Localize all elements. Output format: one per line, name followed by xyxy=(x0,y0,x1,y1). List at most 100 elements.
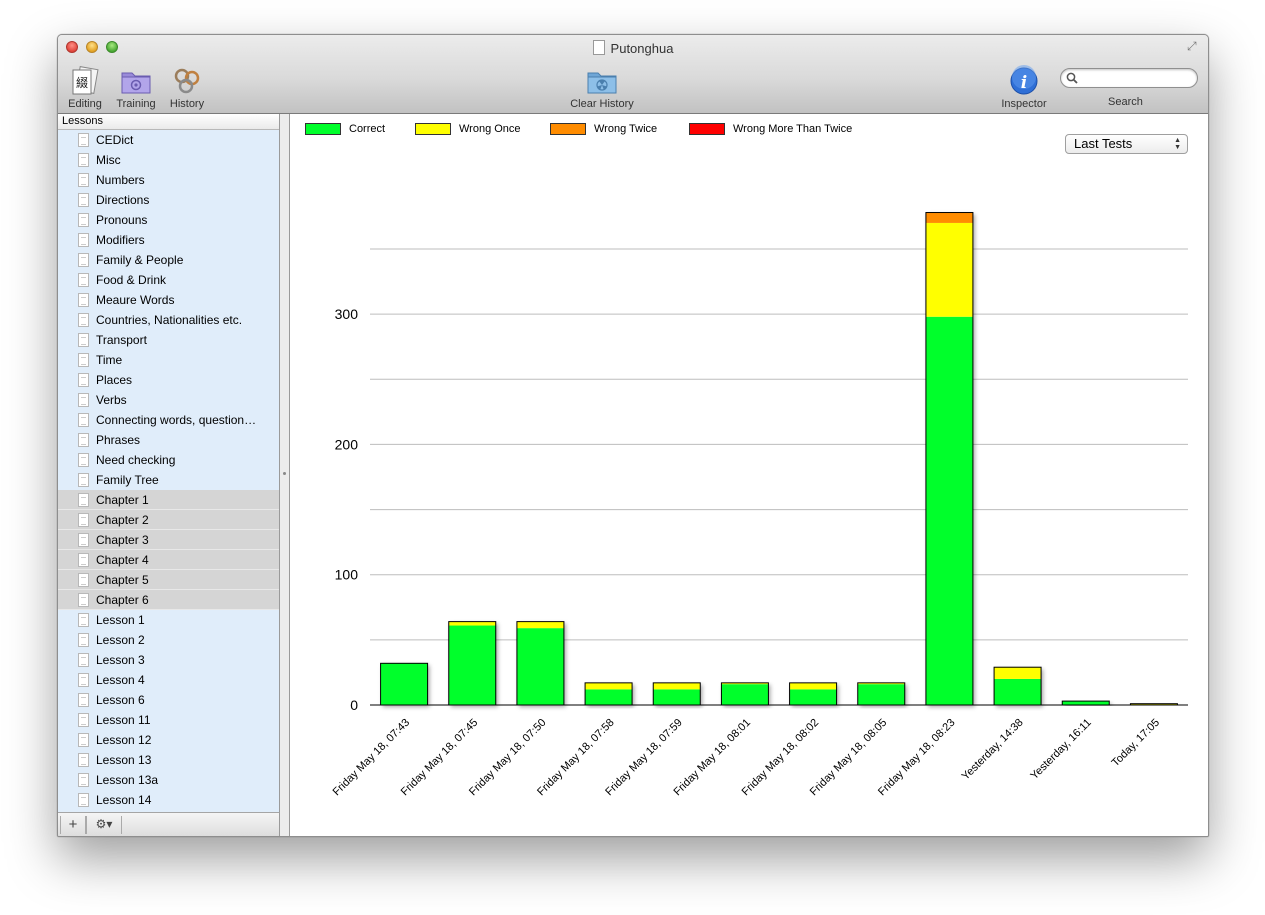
lesson-item[interactable]: Misc xyxy=(58,150,279,170)
lesson-item[interactable]: Family Tree xyxy=(58,470,279,490)
lesson-document-icon xyxy=(78,753,89,767)
lesson-item[interactable]: Phrases xyxy=(58,430,279,450)
lesson-document-icon xyxy=(78,133,89,147)
lesson-label: Time xyxy=(96,353,123,367)
lesson-label: Lesson 11 xyxy=(96,713,151,727)
lesson-item[interactable]: Time xyxy=(58,350,279,370)
lesson-item[interactable]: Need checking xyxy=(58,450,279,470)
lesson-list: CEDict Misc Numbers Directions Pronouns Modif… xyxy=(58,130,279,810)
bar-segment xyxy=(585,689,633,705)
lesson-label: Chapter 4 xyxy=(96,553,149,567)
lesson-document-icon xyxy=(78,533,89,547)
lesson-label: Need checking xyxy=(96,453,176,467)
inspector-button[interactable]: i Inspector xyxy=(998,65,1050,110)
lesson-item[interactable]: Lesson 3 xyxy=(58,650,279,670)
lesson-label: Chapter 6 xyxy=(96,593,149,607)
lesson-item[interactable]: Lesson 2 xyxy=(58,630,279,650)
lesson-item[interactable]: Meaure Words xyxy=(58,290,279,310)
lesson-item[interactable]: Lesson 12 xyxy=(58,730,279,750)
lesson-document-icon xyxy=(78,693,89,707)
lesson-item[interactable]: Chapter 4 xyxy=(58,550,279,570)
lesson-label: Pronouns xyxy=(96,213,148,227)
split-view-divider[interactable] xyxy=(280,114,290,836)
lesson-label: Lesson 14 xyxy=(96,793,152,807)
lesson-document-icon xyxy=(78,673,89,687)
lesson-document-icon xyxy=(78,193,89,207)
lesson-item[interactable]: Lesson 14 xyxy=(58,790,279,810)
lesson-item[interactable]: Lesson 4 xyxy=(58,670,279,690)
app-window: Putonghua ⤢ 綴 Editing Training History C… xyxy=(57,34,1209,837)
action-menu-button[interactable]: ⚙▾ xyxy=(86,816,122,834)
lesson-label: Lesson 2 xyxy=(96,633,145,647)
training-button[interactable]: Training xyxy=(112,65,160,110)
x-tick-label: Friday May 18, 08:02 xyxy=(740,717,822,799)
lesson-label: Lesson 1 xyxy=(96,613,145,627)
lesson-item[interactable]: Pronouns xyxy=(58,210,279,230)
lesson-item[interactable]: Places xyxy=(58,370,279,390)
search-icon xyxy=(1066,72,1078,84)
fullscreen-icon[interactable]: ⤢ xyxy=(1187,40,1200,53)
lessons-sidebar: Lessons CEDict Misc Numbers Directions Prono… xyxy=(58,114,280,812)
lesson-item[interactable]: Countries, Nationalities etc. xyxy=(58,310,279,330)
lesson-label: Family & People xyxy=(96,253,184,267)
lesson-label: Phrases xyxy=(96,433,141,447)
lesson-item[interactable]: Family & People xyxy=(58,250,279,270)
search-label: Search xyxy=(1108,96,1143,108)
lesson-label: Lesson 4 xyxy=(96,673,145,687)
lesson-item[interactable]: Modifiers xyxy=(58,230,279,250)
sidebar-bottom-bar: + ⚙▾ xyxy=(58,812,280,836)
lesson-item[interactable]: Lesson 13a xyxy=(58,770,279,790)
lesson-label: Modifiers xyxy=(96,233,145,247)
search-field[interactable] xyxy=(1060,68,1198,88)
lesson-item[interactable]: Directions xyxy=(58,190,279,210)
lesson-item[interactable]: Lesson 1 xyxy=(58,610,279,630)
lesson-item[interactable]: Chapter 2 xyxy=(58,510,279,530)
lesson-item[interactable]: Connecting words, question… xyxy=(58,410,279,430)
bar-segment xyxy=(994,678,1042,705)
add-lesson-button[interactable]: + xyxy=(60,816,86,834)
x-tick-label: Friday May 18, 08:05 xyxy=(808,717,890,799)
bar-segment xyxy=(585,682,633,690)
lesson-label: Lesson 13 xyxy=(96,753,152,767)
lesson-item[interactable]: Chapter 5 xyxy=(58,570,279,590)
bar-segment xyxy=(994,667,1042,679)
history-label: History xyxy=(169,98,205,110)
lesson-item[interactable]: CEDict xyxy=(58,130,279,150)
lesson-item[interactable]: Chapter 1 xyxy=(58,490,279,510)
lesson-document-icon xyxy=(78,553,89,567)
lesson-item[interactable]: Lesson 11 xyxy=(58,710,279,730)
clear-history-label: Clear History xyxy=(570,98,634,110)
lesson-label: Places xyxy=(96,373,133,387)
history-button[interactable]: History xyxy=(166,65,208,110)
lesson-label: Chapter 5 xyxy=(96,573,149,587)
lesson-label: Misc xyxy=(96,153,121,167)
clear-history-button[interactable]: Clear History xyxy=(564,65,640,110)
lesson-label: Countries, Nationalities etc. xyxy=(96,313,243,327)
inspector-label: Inspector xyxy=(1001,98,1047,110)
lesson-item[interactable]: Lesson 13 xyxy=(58,750,279,770)
lesson-label: Meaure Words xyxy=(96,293,175,307)
title-bar: Putonghua ⤢ 綴 Editing Training History C… xyxy=(58,35,1208,114)
lesson-item[interactable]: Verbs xyxy=(58,390,279,410)
x-tick-label: Yesterday, 16:11 xyxy=(1028,717,1093,782)
lesson-item[interactable]: Chapter 3 xyxy=(58,530,279,550)
lesson-document-icon xyxy=(78,273,89,287)
bar-segment xyxy=(516,628,564,705)
lesson-item[interactable]: Numbers xyxy=(58,170,279,190)
lesson-label: Family Tree xyxy=(96,473,159,487)
lesson-document-icon xyxy=(78,513,89,527)
lesson-item[interactable]: Transport xyxy=(58,330,279,350)
lesson-document-icon xyxy=(78,233,89,247)
history-icon xyxy=(171,65,203,97)
training-label: Training xyxy=(116,98,156,110)
bar-segment xyxy=(653,689,701,705)
lesson-item[interactable]: Chapter 6 xyxy=(58,590,279,610)
divider-handle[interactable] xyxy=(283,472,286,475)
window-title-text: Putonghua xyxy=(610,41,674,56)
search-input[interactable] xyxy=(1081,71,1195,87)
editing-button[interactable]: 綴 Editing xyxy=(64,65,106,110)
x-tick-label: Yesterday, 14:38 xyxy=(960,717,1026,783)
bar-segment xyxy=(653,682,701,690)
lesson-item[interactable]: Food & Drink xyxy=(58,270,279,290)
lesson-item[interactable]: Lesson 6 xyxy=(58,690,279,710)
